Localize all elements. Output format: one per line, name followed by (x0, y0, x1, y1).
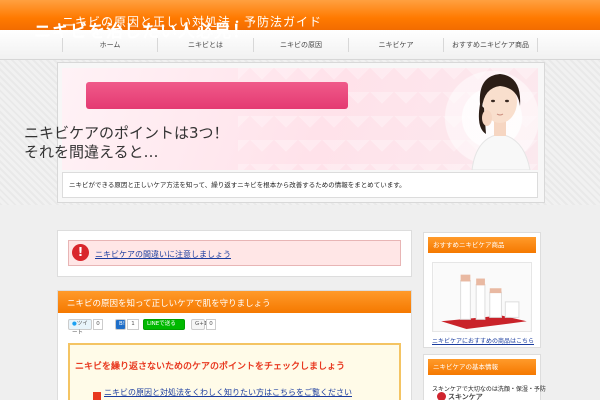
banner-headline-background (86, 82, 348, 109)
banner-line-2: それを間違えると… (24, 143, 159, 161)
skincare-logo-icon (437, 392, 446, 400)
twitter-share-button[interactable]: ●ツイート (68, 319, 92, 336)
product-image[interactable] (432, 262, 532, 332)
banner-line-1: ニキビケアのポイントは3つ！ (24, 124, 229, 142)
nav-item-acne-care[interactable]: ニキビケア (348, 38, 443, 52)
hero-caption: ニキビができる原因と正しいケア方法を知って、繰り返すニキビを根本から改善するため… (62, 172, 538, 198)
skincare-logo-label: スキンケア (448, 393, 483, 400)
sidebar-heading-info: ニキビケアの基本情報 (428, 359, 536, 375)
line-share-button[interactable]: LINEで送る (143, 319, 185, 330)
google-plus-count: 0 (206, 319, 216, 330)
woman-portrait-image (471, 74, 531, 170)
nav-item-acne-causes[interactable]: ニキビの原因 (253, 38, 348, 52)
sidebar-products-link[interactable]: ニキビケアにおすすめの商品はこちら (432, 336, 534, 345)
toc-link[interactable]: ニキビの原因と対処法をくわしく知りたい方はこちらをご覧ください (104, 387, 352, 398)
alert-link[interactable]: ニキビケアの間違いに注意しましょう (95, 249, 231, 260)
sidebar-heading-products: おすすめニキビケア商品 (428, 237, 536, 253)
nav-item-recommended-products[interactable]: おすすめニキビケア商品 (443, 38, 538, 52)
twitter-share-count: 0 (93, 319, 103, 330)
toc-title: ニキビを繰り返さないためのケアのポイントをチェックしましょう (75, 362, 346, 372)
play-marker-icon (93, 392, 101, 400)
banner-headline: ニキビを治したい人必見！ (34, 22, 250, 42)
hatena-bookmark-button[interactable]: B! (115, 319, 126, 330)
google-plus-button[interactable]: G+1 (191, 319, 207, 330)
article-title: ニキビの原因を知って正しいケアで肌を守りましょう (67, 299, 271, 309)
alert-icon: ! (72, 244, 89, 261)
hatena-bookmark-count: 1 (127, 319, 139, 330)
